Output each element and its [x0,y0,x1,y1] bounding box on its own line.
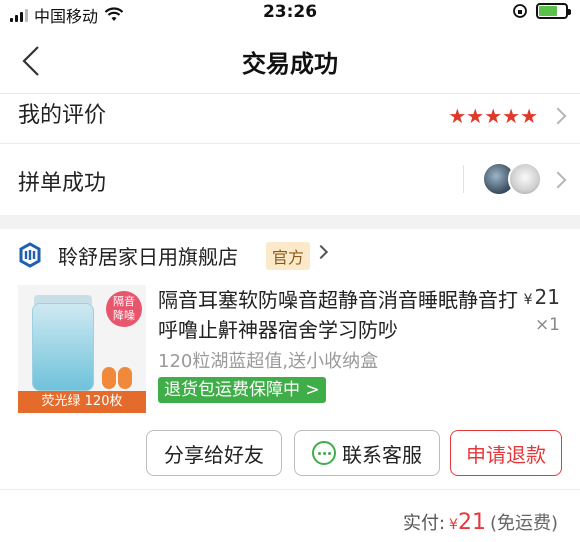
total-label: 实付: [402,513,446,534]
earplug-icon [118,367,132,389]
refund-button[interactable]: 申请退款 [450,430,562,476]
review-label: 我的评价 [18,103,107,128]
store-name: 聆舒居家日用旗舰店 [58,245,238,269]
product-price: ¥21 [524,285,560,309]
total-amount: ¥21 [449,510,486,535]
store-logo-icon [19,242,41,268]
contact-service-label: 联系客服 [342,442,422,467]
shipping-note: (免运费) [489,513,558,534]
store-header[interactable]: 聆舒居家日用旗舰店 官方 [0,229,580,279]
avatar [508,162,542,196]
status-bar: 中国移动 23:26 [0,0,580,26]
total-value: 21 [457,510,486,535]
chevron-right-icon [549,107,567,125]
orientation-lock-icon [513,4,527,18]
product-spec: 120粒湖蓝超值,送小收纳盒 [158,351,379,372]
rating-stars: ★★★★★ [448,104,538,128]
product-item[interactable]: 隔音 降噪 荧光绿 120枚 隔音耳塞软防噪音超静音消音睡眠静音打呼噜止鼾神器宿… [0,279,580,414]
review-row[interactable]: 我的评价 ★★★★★ [0,94,580,144]
jar-icon [32,303,94,391]
status-right [512,3,571,19]
status-time: 23:26 [262,2,318,22]
share-label: 分享给好友 [164,442,264,467]
page-title: 交易成功 [242,50,338,78]
refund-label: 申请退款 [466,442,546,467]
group-success-label: 拼单成功 [18,171,107,196]
total-line: 实付: ¥21 (免运费) [403,509,558,535]
product-title: 隔音耳塞软防噪音超静音消音睡眠静音打呼噜止鼾神器宿舍学习防吵 [158,288,518,342]
chevron-right-icon [549,171,567,189]
chevron-right-icon: > [305,380,320,400]
official-badge: 官方 [266,242,311,270]
total-section: 实付: ¥21 (免运费) [0,491,580,542]
product-quantity: ×1 [534,315,560,335]
currency-symbol: ¥ [449,517,458,533]
shipping-guarantee-badge[interactable]: 退货包运费保障中 > [158,377,326,403]
section-gap [0,215,580,229]
image-badge: 隔音 降噪 [106,291,142,327]
nav-bar: 交易成功 [0,26,580,94]
product-image[interactable]: 隔音 降噪 荧光绿 120枚 [18,285,146,413]
price-value: 21 [534,285,560,309]
guarantee-label: 退货包运费保障中 [164,380,300,400]
chat-icon [312,441,336,465]
divider [463,165,464,193]
contact-service-button[interactable]: 联系客服 [294,430,440,476]
battery-icon [536,3,571,19]
share-button[interactable]: 分享给好友 [146,430,282,476]
image-caption: 荧光绿 120枚 [18,391,146,413]
action-bar: 分享给好友 联系客服 申请退款 [0,414,580,490]
group-success-row[interactable]: 拼单成功 [0,145,580,215]
currency-symbol: ¥ [523,292,533,308]
earplug-icon [102,367,116,389]
chevron-right-icon [313,244,329,260]
